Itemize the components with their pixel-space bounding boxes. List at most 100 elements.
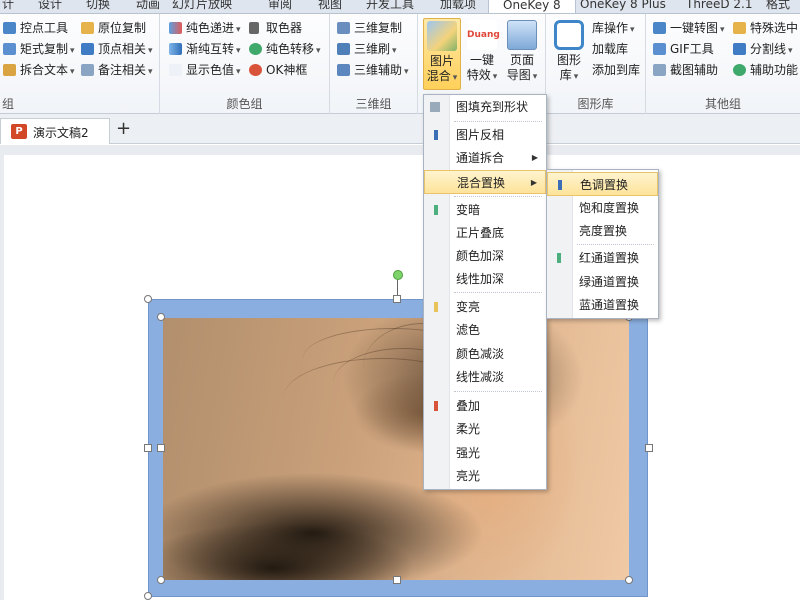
copy-icon [81,22,94,34]
menu-item-hard-light[interactable]: 强光 [424,441,546,465]
3d-copy-icon [337,22,350,34]
rotate-handle-icon[interactable] [393,270,403,280]
menu-item-soft-light[interactable]: 柔光 [424,417,546,441]
chevron-down-icon: ▾ [392,46,397,56]
crop-handle-top-left[interactable] [157,313,165,321]
submenu-item-brightness[interactable]: 亮度置换 [547,219,658,243]
page-map-icon [507,20,537,50]
3d-copy-button[interactable]: 三维复制 [336,18,402,38]
chevron-down-icon: ▾ [316,46,321,56]
submenu-item-green-channel[interactable]: 绿通道置换 [547,270,658,294]
add-to-library-button[interactable]: 添加到库 [576,60,640,80]
ribbon-group-other: 一键转图 ▾ 特殊选中 GIF工具 分割线 ▾ 截图辅助 辅助功能 其他组 [646,14,800,114]
menu-item-color-dodge[interactable]: 颜色减淡 [424,342,546,366]
screenshot-assist-button[interactable]: 截图辅助 [652,60,718,80]
3d-brush-label: 三维刷 [354,42,391,56]
one-click-effect-button[interactable]: Duang 一键 特效 ▾ [463,18,501,90]
menu-item-multiply[interactable]: 正片叠底 [424,221,546,245]
notes-button[interactable]: 备注相关 ▾ [80,60,153,80]
image-blend-button[interactable]: 图片 混合 ▾ [423,18,461,90]
eyedropper-button[interactable]: 取色器 [248,18,302,38]
document-tab[interactable]: P 演示文稿2 [0,118,110,144]
tab-onekey8[interactable]: OneKey 8 [488,0,576,13]
control-point-tool-button[interactable]: 控点工具 [2,18,68,38]
tab-view[interactable]: 视图 [318,0,342,13]
submenu-item-saturation[interactable]: 饱和度置换 [547,196,658,220]
chevron-down-icon: ▾ [404,67,409,77]
menu-item-overlay[interactable]: 叠加 [424,394,546,418]
library-ops-button[interactable]: 库操作 ▾ [576,18,635,38]
show-color-value-button[interactable]: 显示色值 ▾ [168,60,241,80]
resize-handle-top[interactable] [393,295,401,303]
menu-item-linear-burn[interactable]: 线性加深 [424,267,546,291]
tab-slideshow[interactable]: 幻灯片放映 [172,0,232,13]
menu-item-label: 混合置换 [457,176,506,190]
submenu-item-label: 红通道置换 [579,251,640,265]
submenu-item-hue[interactable]: 色调置换 [547,172,658,196]
powerpoint-icon: P [11,124,27,139]
load-library-button[interactable]: 加载库 [576,39,628,59]
tab-developer[interactable]: 开发工具 [366,0,414,13]
blend-replace-submenu: 色调置换 饱和度置换 亮度置换 红通道置换 绿通道置换 蓝通道置换 [546,169,659,319]
tab-threed[interactable]: ThreeD 2.1 [686,0,753,13]
divider-line-button[interactable]: 分割线 ▾ [732,39,793,59]
shape-library-label-2: 库 [559,68,572,82]
3d-assist-button[interactable]: 三维辅助 ▾ [336,60,409,80]
resize-handle-left[interactable] [144,444,152,452]
assist-function-button[interactable]: 辅助功能 [732,60,798,80]
tab-animations[interactable]: 动画 [136,0,160,13]
chevron-down-icon: ▾ [148,46,153,56]
submenu-item-label: 绿通道置换 [579,275,640,289]
red-channel-icon [557,253,561,263]
page-map-button[interactable]: 页面 导图 ▾ [503,18,541,90]
special-select-button[interactable]: 特殊选中 [732,18,798,38]
3d-brush-button[interactable]: 三维刷 ▾ [336,39,397,59]
darken-icon [434,205,438,215]
menu-separator [454,121,542,122]
notes-label: 备注相关 [98,63,147,77]
photo-image[interactable] [163,318,629,580]
library-ops-label: 库操作 [592,21,629,35]
tab-transitions[interactable]: 切换 [86,0,110,13]
menu-item-lighten[interactable]: 变亮 [424,295,546,319]
matrix-copy-button[interactable]: 矩式复制 ▾ [2,39,75,59]
split-text-button[interactable]: 拆合文本 ▾ [2,60,75,80]
menu-item-screen[interactable]: 滤色 [424,318,546,342]
crop-handle-bottom-left[interactable] [157,576,165,584]
resize-handle-right[interactable] [645,444,653,452]
color-transfer-button[interactable]: 纯色转移 ▾ [248,39,321,59]
ok-frame-button[interactable]: OK神框 [248,60,307,80]
chevron-down-icon: ▾ [236,67,241,77]
one-click-to-image-button[interactable]: 一键转图 ▾ [652,18,725,38]
solid-gradient-button[interactable]: 纯色递进 ▾ [168,18,241,38]
submenu-item-blue-channel[interactable]: 蓝通道置换 [547,293,658,317]
resize-handle-bottom-left[interactable] [144,592,152,600]
menu-item-invert[interactable]: 图片反相 [424,123,546,147]
tab-format[interactable]: 格式 [766,0,790,13]
tab-design-partial[interactable]: 计 [2,0,14,13]
resize-handle-top-left[interactable] [144,295,152,303]
menu-item-label: 正片叠底 [456,226,505,240]
menu-item-linear-dodge[interactable]: 线性减淡 [424,365,546,389]
crop-handle-bottom[interactable] [393,576,401,584]
crop-handle-left[interactable] [157,444,165,452]
in-place-copy-button[interactable]: 原位复制 [80,18,146,38]
menu-item-color-burn[interactable]: 颜色加深 [424,244,546,268]
gradient-swap-button[interactable]: 渐纯互转 ▾ [168,39,241,59]
menu-item-blend-replace[interactable]: 混合置换 ▶ [424,170,546,194]
ok-frame-icon [249,64,262,76]
menu-item-fill-to-shape[interactable]: 图填充到形状 [424,95,546,119]
submenu-item-red-channel[interactable]: 红通道置换 [547,246,658,270]
vertex-button[interactable]: 顶点相关 ▾ [80,39,153,59]
menu-item-darken[interactable]: 变暗 [424,198,546,222]
crop-handle-bottom-right[interactable] [625,576,633,584]
tab-addins[interactable]: 加载项 [440,0,476,13]
menu-item-vivid-light[interactable]: 亮光 [424,464,546,488]
tab-review[interactable]: 审阅 [268,0,292,13]
gif-tool-button[interactable]: GIF工具 [652,39,714,59]
plus-icon[interactable]: + [116,118,131,140]
tab-design[interactable]: 设计 [38,0,62,13]
chevron-down-icon: ▾ [720,25,725,35]
menu-item-channel-split[interactable]: 通道拆合 ▶ [424,146,546,170]
tab-onekey8-plus[interactable]: OneKey 8 Plus [580,0,666,13]
